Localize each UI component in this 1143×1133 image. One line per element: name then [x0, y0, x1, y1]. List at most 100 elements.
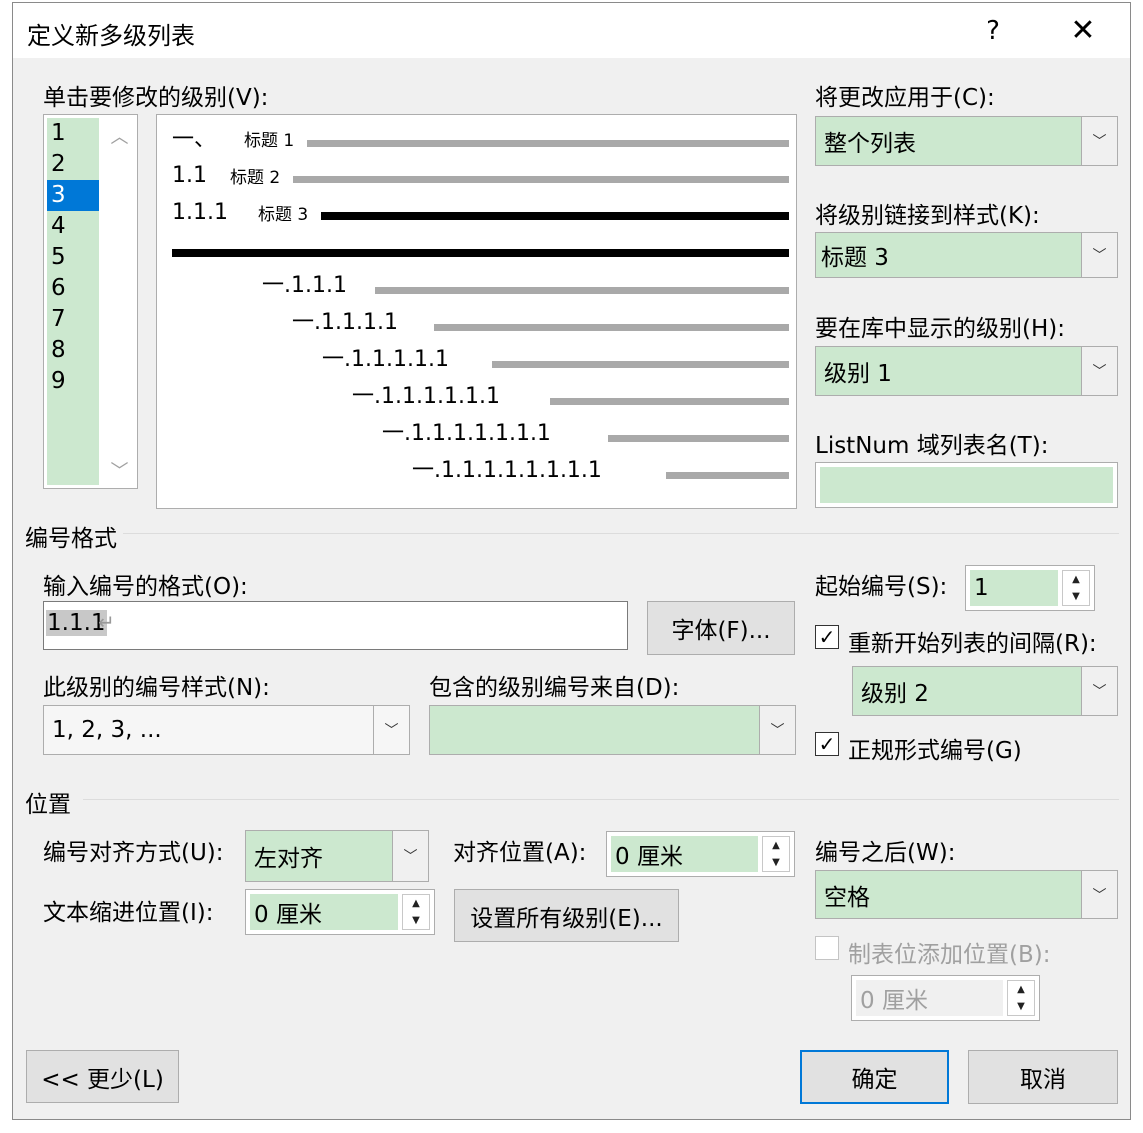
follow-number-label: 编号之后(W):: [815, 840, 956, 866]
chevron-down-icon[interactable]: ﹀: [392, 831, 428, 881]
alignment-dropdown[interactable]: 左对齐 ﹀: [245, 830, 429, 882]
chevron-down-icon[interactable]: ﹀: [373, 706, 409, 754]
number-style-dropdown[interactable]: 1, 2, 3, ... ﹀: [43, 705, 410, 755]
link-style-label: 将级别链接到样式(K):: [815, 203, 1040, 229]
indent-spin-buttons[interactable]: ▲ ▼: [402, 894, 430, 930]
include-level-label: 包含的级别编号来自(D):: [429, 675, 680, 701]
level-item-3[interactable]: 3: [47, 180, 99, 211]
listnum-field[interactable]: [815, 462, 1118, 508]
preview-bar-4: [375, 287, 789, 294]
number-style-value: 1, 2, 3, ...: [52, 717, 162, 743]
level-item-6[interactable]: 6: [47, 273, 99, 304]
tab-stop-spinner[interactable]: 0 厘米 ▲ ▼: [851, 975, 1040, 1021]
chevron-down-icon[interactable]: ﹀: [1081, 667, 1117, 715]
spin-down-icon[interactable]: ▼: [763, 854, 789, 871]
link-style-dropdown[interactable]: 标题 3 ﹀: [815, 232, 1118, 278]
tab-stop-label: 制表位添加位置(B):: [848, 942, 1051, 968]
spin-down-icon[interactable]: ▼: [1063, 588, 1089, 605]
alignment-label: 编号对齐方式(U):: [43, 840, 224, 866]
level-select-label: 单击要修改的级别(V):: [43, 85, 269, 111]
preview-number-6: 一.1.1.1.1.1: [322, 347, 449, 372]
gallery-level-value: 级别 1: [824, 361, 892, 387]
number-style-label: 此级别的编号样式(N):: [43, 675, 270, 701]
spin-up-icon[interactable]: ▲: [763, 837, 789, 854]
apply-to-dropdown[interactable]: 整个列表 ﹀: [815, 116, 1118, 166]
gallery-level-dropdown[interactable]: 级别 1 ﹀: [815, 346, 1118, 396]
link-style-value: 标题 3: [821, 245, 889, 271]
cancel-button[interactable]: 取消: [968, 1050, 1118, 1104]
follow-number-dropdown[interactable]: 空格 ﹀: [815, 870, 1118, 919]
aligned-at-input[interactable]: 0 厘米: [611, 836, 758, 872]
start-at-spin-buttons[interactable]: ▲ ▼: [1062, 570, 1090, 606]
spin-up-icon[interactable]: ▲: [403, 895, 429, 912]
position-section: 位置: [25, 792, 71, 818]
number-format-divider: [123, 533, 1119, 534]
preview-number-9: 一.1.1.1.1.1.1.1.1: [412, 458, 602, 483]
chevron-down-icon[interactable]: ﹀: [1081, 233, 1117, 277]
preview-bar-3-continued: [172, 249, 789, 257]
start-at-spinner[interactable]: 1 ▲ ▼: [965, 565, 1095, 611]
tab-stop-spin-buttons[interactable]: ▲ ▼: [1007, 980, 1035, 1016]
level-item-1[interactable]: 1: [47, 118, 99, 149]
tab-stop-checkbox[interactable]: [815, 936, 839, 960]
preview-bar-2: [293, 176, 789, 183]
spin-up-icon[interactable]: ▲: [1008, 981, 1034, 998]
level-item-4[interactable]: 4: [47, 211, 99, 242]
level-item-9[interactable]: 9: [47, 366, 99, 397]
level-item-2[interactable]: 2: [47, 149, 99, 180]
indent-spinner[interactable]: 0 厘米 ▲ ▼: [245, 889, 435, 935]
help-button[interactable]: ?: [968, 9, 1018, 53]
restart-level-dropdown[interactable]: 级别 2 ﹀: [852, 666, 1118, 716]
font-button[interactable]: 字体(F)...: [647, 601, 795, 655]
level-scrollbar[interactable]: ︿ ﹀: [102, 115, 137, 488]
level-listbox[interactable]: 1 2 3 4 5 6 7 8 9 ︿ ﹀: [43, 114, 138, 489]
alignment-value: 左对齐: [254, 846, 323, 872]
ok-button[interactable]: 确定: [800, 1050, 949, 1104]
number-format-input[interactable]: 1.1.1 ↵: [43, 601, 628, 650]
number-format-section: 编号格式: [25, 526, 117, 552]
aligned-at-label: 对齐位置(A):: [453, 840, 587, 866]
aligned-at-spin-buttons[interactable]: ▲ ▼: [762, 836, 790, 872]
list-preview: 一、 标题 1 1.1 标题 2 1.1.1 标题 3 一.1.1.1 一.1.…: [156, 114, 797, 509]
title-bar: 定义新多级列表 ? ✕: [13, 3, 1130, 58]
tab-stop-input[interactable]: 0 厘米: [856, 980, 1003, 1016]
define-multilevel-list-dialog: 定义新多级列表 ? ✕ 单击要修改的级别(V): 1 2 3 4 5 6 7 8…: [12, 2, 1131, 1120]
close-icon[interactable]: ✕: [1056, 9, 1110, 53]
chevron-down-icon[interactable]: ﹀: [1081, 117, 1117, 165]
scroll-up-icon[interactable]: ︿: [102, 123, 137, 149]
start-at-input[interactable]: 1: [970, 570, 1058, 606]
aligned-at-spinner[interactable]: 0 厘米 ▲ ▼: [606, 831, 795, 877]
preview-number-7: 一.1.1.1.1.1.1: [352, 384, 500, 409]
indent-input[interactable]: 0 厘米: [250, 894, 398, 930]
chevron-down-icon[interactable]: ﹀: [1081, 347, 1117, 395]
preview-style-1: 标题 1: [244, 131, 295, 151]
paragraph-mark-icon: ↵: [98, 610, 115, 634]
preview-style-3: 标题 3: [258, 205, 309, 225]
set-all-levels-button[interactable]: 设置所有级别(E)...: [454, 889, 679, 942]
preview-bar-1: [307, 140, 789, 147]
chevron-down-icon[interactable]: ﹀: [759, 706, 795, 754]
include-level-dropdown[interactable]: ﹀: [429, 705, 796, 755]
listnum-label: ListNum 域列表名(T):: [815, 433, 1049, 459]
level-item-5[interactable]: 5: [47, 242, 99, 273]
preview-bar-3-selected: [321, 212, 789, 220]
apply-to-label: 将更改应用于(C):: [815, 85, 995, 111]
level-item-7[interactable]: 7: [47, 304, 99, 335]
preview-number-4: 一.1.1.1: [262, 273, 347, 298]
preview-number-3: 1.1.1: [172, 200, 228, 225]
legal-style-checkbox[interactable]: ✓: [815, 732, 839, 756]
less-button[interactable]: << 更少(L): [26, 1050, 179, 1103]
preview-number-5: 一.1.1.1.1: [292, 310, 398, 335]
restart-checkbox[interactable]: ✓: [815, 625, 839, 649]
start-at-label: 起始编号(S):: [815, 574, 948, 600]
apply-to-value: 整个列表: [824, 131, 916, 157]
listnum-input[interactable]: [820, 467, 1113, 503]
preview-bar-8: [608, 435, 789, 442]
level-item-8[interactable]: 8: [47, 335, 99, 366]
spin-down-icon[interactable]: ▼: [403, 912, 429, 929]
spin-down-icon[interactable]: ▼: [1008, 998, 1034, 1015]
scroll-down-icon[interactable]: ﹀: [102, 457, 137, 483]
chevron-down-icon[interactable]: ﹀: [1081, 871, 1117, 918]
restart-label: 重新开始列表的间隔(R):: [848, 631, 1097, 657]
spin-up-icon[interactable]: ▲: [1063, 571, 1089, 588]
